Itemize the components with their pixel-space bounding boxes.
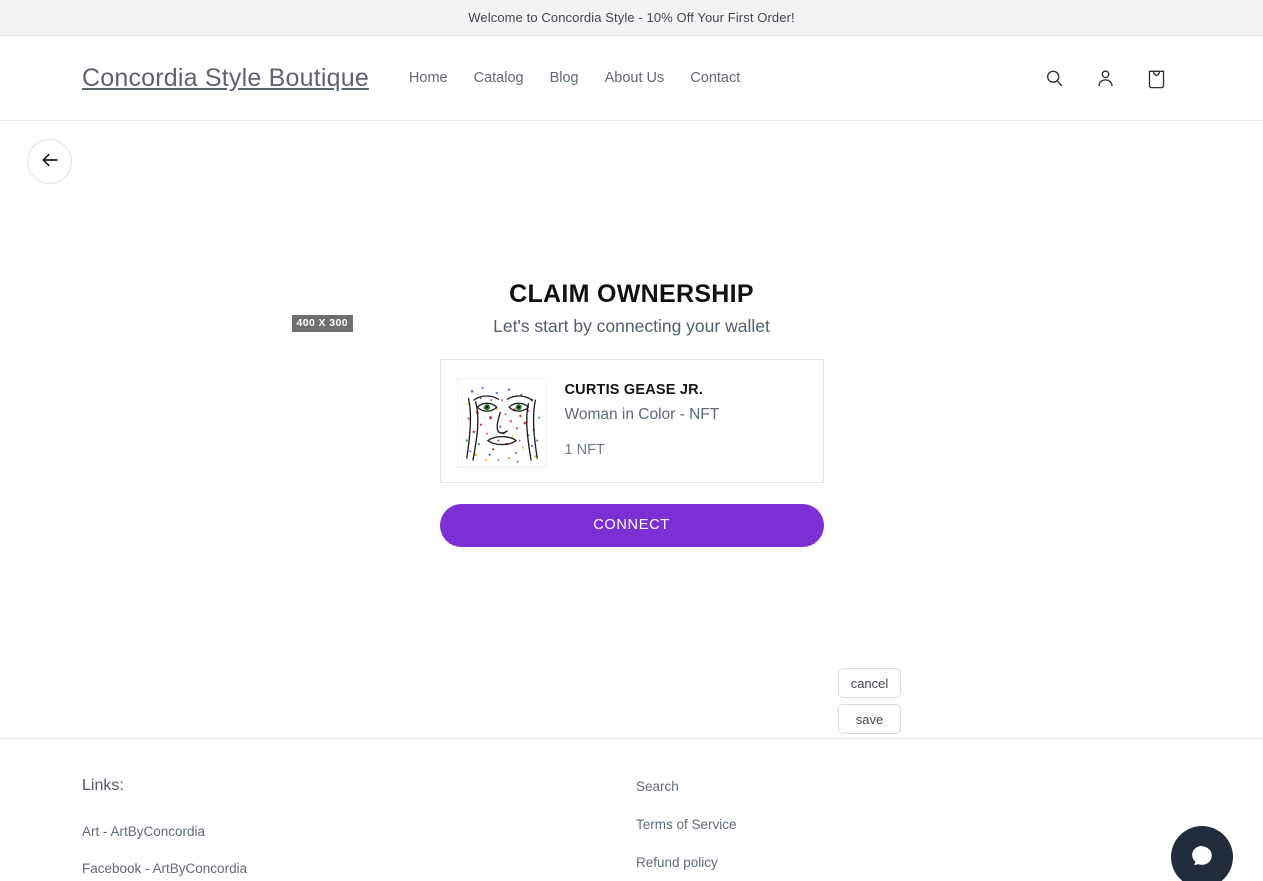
nft-meta: CURTIS GEASE JR. Woman in Color - NFT 1 …: [565, 378, 720, 459]
header-actions: [1039, 63, 1171, 93]
account-icon[interactable]: [1090, 63, 1120, 93]
nft-thumbnail: [456, 377, 547, 468]
footer-column-links: Links: Art - ArtByConcordia Facebook - A…: [82, 777, 636, 881]
nav-item-blog[interactable]: Blog: [550, 70, 579, 86]
claim-ownership-panel: CLAIM OWNERSHIP Let's start by connectin…: [291, 279, 824, 547]
brand-logo[interactable]: Concordia Style Boutique: [82, 64, 369, 93]
footer-link-art[interactable]: Art - ArtByConcordia: [82, 824, 636, 840]
search-icon[interactable]: [1039, 63, 1069, 93]
footer-inner: Links: Art - ArtByConcordia Facebook - A…: [0, 777, 1263, 881]
chat-widget-button[interactable]: [1171, 826, 1233, 881]
nav-item-contact[interactable]: Contact: [690, 70, 740, 86]
chat-bubble-icon: [1185, 839, 1219, 876]
nft-title: Woman in Color - NFT: [564, 405, 720, 423]
announcement-text: Welcome to Concordia Style - 10% Off You…: [468, 10, 795, 25]
site-header: Concordia Style Boutique Home Catalog Bl…: [0, 36, 1263, 121]
footer-link-facebook[interactable]: Facebook - ArtByConcordia: [82, 861, 636, 877]
footer-link-terms-of-service[interactable]: Terms of Service: [636, 817, 737, 833]
editor-actions: cancel save: [838, 668, 901, 734]
cart-icon[interactable]: [1141, 63, 1171, 93]
arrow-left-icon: [39, 149, 61, 174]
save-button[interactable]: save: [838, 704, 901, 734]
page-subtitle: Let's start by connecting your wallet: [493, 316, 770, 336]
connect-button[interactable]: CONNECT: [439, 503, 824, 547]
main-navigation: Home Catalog Blog About Us Contact: [409, 70, 740, 86]
back-button[interactable]: [27, 139, 72, 184]
nav-item-about-us[interactable]: About Us: [605, 70, 665, 86]
main-content: CLAIM OWNERSHIP Let's start by connectin…: [0, 121, 1263, 738]
site-footer: Links: Art - ArtByConcordia Facebook - A…: [0, 738, 1263, 881]
footer-column-policies: Search Terms of Service Refund policy: [636, 777, 737, 881]
footer-link-search[interactable]: Search: [636, 779, 737, 795]
announcement-bar: Welcome to Concordia Style - 10% Off You…: [0, 0, 1263, 36]
nft-card: CURTIS GEASE JR. Woman in Color - NFT 1 …: [439, 358, 824, 483]
cancel-button[interactable]: cancel: [838, 668, 901, 698]
footer-links-heading: Links:: [82, 777, 124, 794]
page-title: CLAIM OWNERSHIP: [509, 280, 754, 308]
nft-artist-name: CURTIS GEASE JR.: [564, 381, 704, 398]
nav-item-home[interactable]: Home: [409, 70, 448, 86]
image-size-badge: 400 X 300: [291, 315, 353, 332]
nft-count: 1 NFT: [564, 441, 605, 458]
nav-item-catalog[interactable]: Catalog: [474, 70, 524, 86]
footer-link-refund-policy[interactable]: Refund policy: [636, 855, 737, 871]
